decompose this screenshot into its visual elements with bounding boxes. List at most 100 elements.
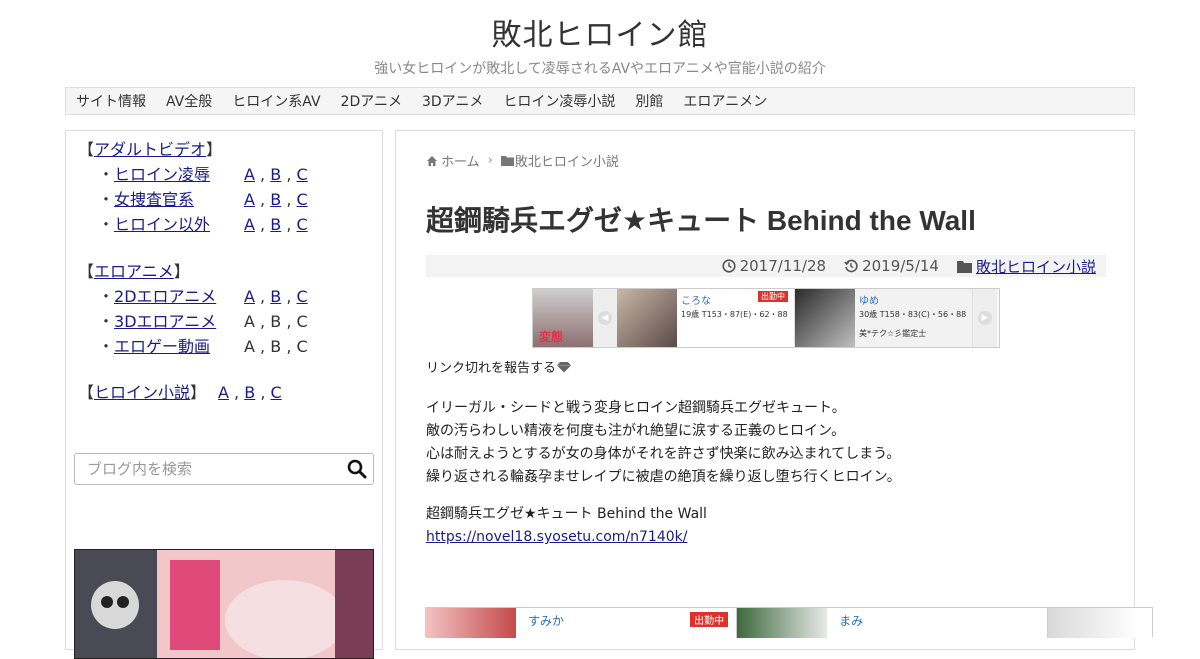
ad-card[interactable]: ゆめ 30歳 T158・83(C)・56・88 美*テク☆彡鑑定士 [795,289,973,347]
link-a[interactable]: A [218,383,229,402]
bottom-ad-photo [426,608,516,638]
link-b[interactable]: B [270,190,281,209]
post-body: イリーガル・シードと戦う変身ヒロイン超鋼騎兵エグゼキュート。 敵の汚らわしい精液… [426,397,901,489]
comma: , [286,337,292,356]
bottom-ad-card[interactable]: まみ [737,608,1049,638]
history-icon [844,259,858,273]
text-b: B [270,337,282,356]
link-a[interactable]: A [244,287,255,306]
ad-card-spec: 19歳 T153・87(E)・62・88 [681,310,788,319]
bottom-ad-card[interactable]: すみか 出勤中 [426,608,738,638]
ad-prev-button[interactable]: ◀ [593,289,617,347]
nav-item-3d-anime[interactable]: 3Dアニメ [422,91,483,111]
link-b[interactable]: B [270,215,281,234]
body-line: 心は耐えようとするが女の身体がそれを許さず快楽に飲み込まれてしまう。 [426,446,901,462]
folder-icon [956,260,972,273]
site-title[interactable]: 敗北ヒロイン館 [0,10,1200,54]
sidebar-link-eroge-video[interactable]: エロゲー動画 [114,337,210,356]
body-line: イリーガル・シードと戦う変身ヒロイン超鋼騎兵エグゼキュート。 [426,400,846,416]
post-category: 敗北ヒロイン小説 [956,256,1096,277]
comma: , [234,383,240,402]
comma: , [286,287,292,306]
comma: , [260,312,266,331]
sidebar-link-2d-ero-anime[interactable]: 2Dエロアニメ [114,287,216,306]
bottom-ad-strip[interactable]: すみか 出勤中 まみ [425,607,1153,638]
ad-next-button[interactable]: ▶ [973,289,997,347]
sidebar-banner-image[interactable] [74,549,374,659]
post-category-link[interactable]: 敗北ヒロイン小説 [976,256,1096,277]
nav-item-eroanimen[interactable]: エロアニメン [683,91,767,111]
diamond-icon [557,361,572,372]
bullet: ・ [98,190,115,209]
abc-plain: A , B , C [244,309,308,334]
ad-card-photo [795,289,855,347]
search-icon[interactable] [347,459,367,479]
sidebar-group-header: 【エロアニメ】 [78,259,308,284]
bullet: ・ [98,337,115,356]
body-line: 敵の汚らわしい精液を何度も注がれ絶望に涙する正義のヒロイン。 [426,423,846,439]
sidebar-link-heroine-novel[interactable]: ヒロイン小説 [94,383,190,402]
sidebar-group-ero-anime: 【エロアニメ】 ・2Dエロアニメ A , B , C ・3Dエロアニメ A , … [78,259,308,359]
body-line: 繰り返される輪姦孕ませレイプに被虐の絶頂を繰り返し堕ち行くヒロイン。 [426,469,901,485]
link-c[interactable]: C [271,383,282,402]
abc-links: A , B , C [244,187,308,212]
nav-item-heroine-novel[interactable]: ヒロイン凌辱小説 [503,91,615,111]
sidebar-group-header: 【ヒロイン小説】 A , B , C [78,380,282,405]
comma: , [260,165,266,184]
ad-card-info: ゆめ 30歳 T158・83(C)・56・88 美*テク☆彡鑑定士 [855,289,970,347]
link-b[interactable]: B [270,165,281,184]
work-url-link[interactable]: https://novel18.syosetu.com/n7140k/ [426,529,687,545]
report-link-text: リンク切れを報告する [426,361,557,376]
sidebar-link-3d-ero-anime[interactable]: 3Dエロアニメ [114,312,216,331]
bullet: ・ [98,312,115,331]
ad-card-photo [617,289,677,347]
link-a[interactable]: A [244,190,255,209]
breadcrumb-home[interactable]: ホーム [441,151,480,170]
text-c: C [296,337,308,356]
sidebar-group-adult-video: 【アダルトビデオ】 ・ヒロイン凌辱 A , B , C ・女捜査官系 A , B… [78,137,308,237]
comma: , [260,383,266,402]
comma: , [260,215,266,234]
post-meta: 2017/11/28 2019/5/14 敗北ヒロイン小説 [426,255,1106,277]
sidebar-link-non-heroine[interactable]: ヒロイン以外 [114,215,210,234]
link-c[interactable]: C [297,165,308,184]
report-broken-link[interactable]: リンク切れを報告する [426,357,572,376]
home-icon [427,155,437,166]
nav-item-annex[interactable]: 別館 [635,91,663,111]
sidebar-item: ・ヒロイン以外 A , B , C [78,212,308,237]
search-input[interactable] [85,455,345,483]
chevron-right-icon: ▶ [978,311,992,325]
ad-card[interactable]: ころな 19歳 T153・87(E)・62・88 出勤中 [617,289,795,347]
bottom-ad-photo [737,608,828,638]
chevron-right-icon: › [487,153,493,168]
nav-item-2d-anime[interactable]: 2Dアニメ [341,91,402,111]
link-a[interactable]: A [244,215,255,234]
nav-item-heroine-av[interactable]: ヒロイン系AV [232,91,320,111]
bracket-close: 】 [206,140,223,159]
sidebar-item-label: ・3Dエロアニメ [78,309,218,334]
breadcrumb-category[interactable]: 敗北ヒロイン小説 [515,151,619,170]
link-c[interactable]: C [297,287,308,306]
sidebar-link-adult-video[interactable]: アダルトビデオ [94,137,206,162]
sidebar-link-heroine-ryoujoku[interactable]: ヒロイン凌辱 [114,165,210,184]
link-b[interactable]: B [270,287,281,306]
link-b[interactable]: B [244,383,255,402]
chevron-left-icon: ◀ [598,311,612,325]
bracket-open: 【 [78,262,95,281]
sidebar-item: ・2Dエロアニメ A , B , C [78,284,308,309]
link-c[interactable]: C [297,215,308,234]
nav-item-av-general[interactable]: AV全般 [166,91,212,111]
nav-item-site-info[interactable]: サイト情報 [76,91,146,111]
ad-banner-strip[interactable]: 変態 ◀ ころな 19歳 T153・87(E)・62・88 出勤中 ゆめ 30歳… [532,288,1000,348]
bottom-ad-card[interactable] [1048,608,1152,638]
comma: , [260,190,266,209]
link-a[interactable]: A [244,165,255,184]
link-c[interactable]: C [297,190,308,209]
folder-icon [500,156,514,166]
ad-card-subtitle: 美*テク☆彡鑑定士 [859,329,927,338]
sidebar-link-female-investigator[interactable]: 女捜査官系 [114,190,194,209]
sidebar-item-label: ・2Dエロアニメ [78,284,218,309]
sidebar-link-ero-anime[interactable]: エロアニメ [94,259,174,284]
bottom-ad-name: すみか [528,614,565,628]
main-nav: サイト情報 AV全般 ヒロイン系AV 2Dアニメ 3Dアニメ ヒロイン凌辱小説 … [65,87,1135,115]
